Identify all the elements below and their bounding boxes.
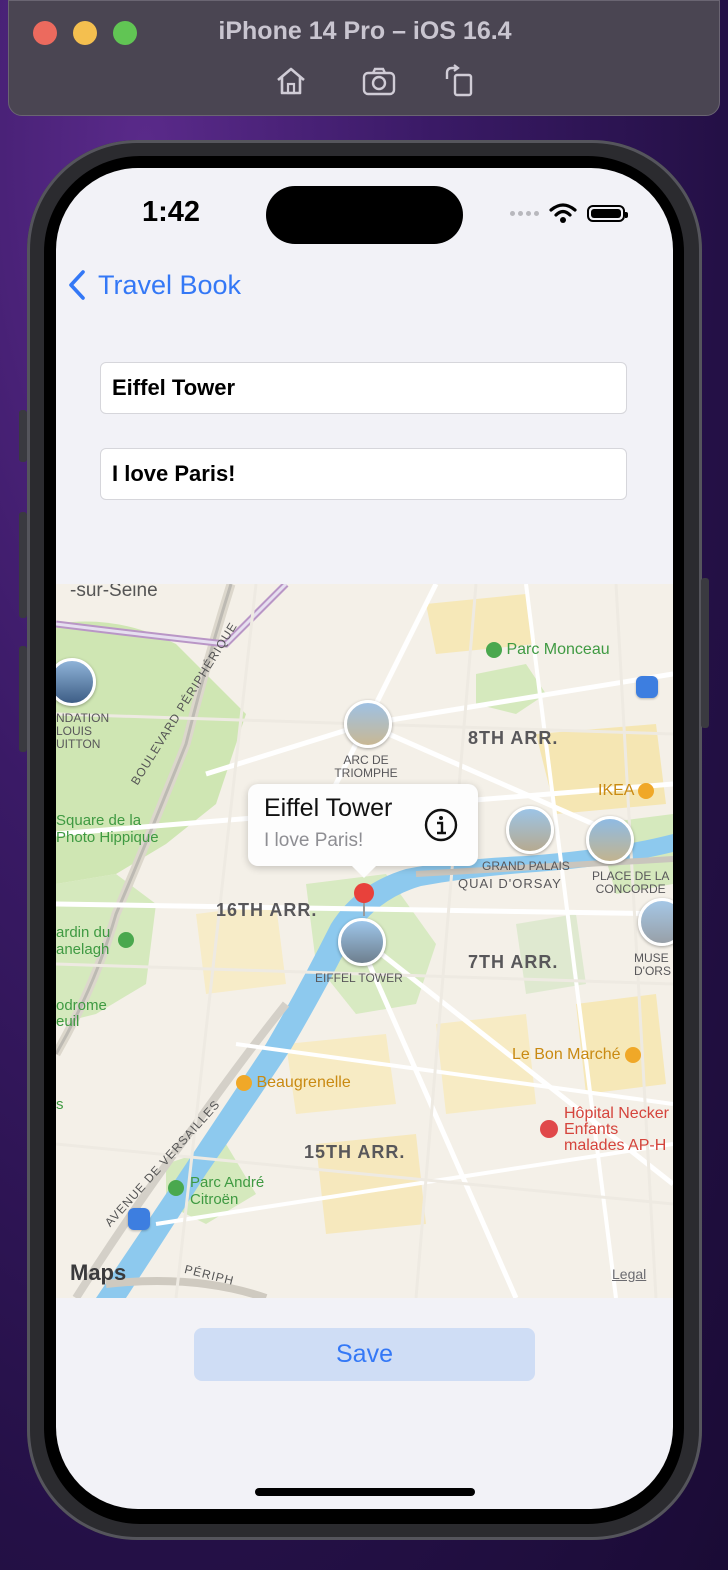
- status-time: 1:42: [142, 196, 201, 228]
- volume-down-button: [19, 646, 27, 752]
- 15th-arr-label: 15TH ARR.: [304, 1142, 406, 1162]
- screenshot-icon[interactable]: [361, 63, 397, 99]
- comment-field-container: [100, 448, 627, 500]
- shopping-bag-icon: [236, 1074, 252, 1091]
- phone-screen: 1:42 Travel Book Eiffel Tower I love Par…: [56, 168, 673, 1509]
- simulator-title: iPhone 14 Pro – iOS 16.4: [218, 17, 512, 45]
- dynamic-island: [266, 186, 463, 244]
- name-text-field[interactable]: [101, 363, 626, 413]
- fondation-label: NDATION LOUIS UITTON: [56, 711, 110, 751]
- jardin-ranelagh-label: ardin du anelagh: [56, 924, 111, 958]
- arc-de-triomphe-thumbnail[interactable]: [344, 700, 392, 748]
- map-pin-icon[interactable]: [353, 882, 375, 918]
- grand-palais-label: GRAND PALAIS: [482, 859, 570, 873]
- park-icon: [168, 1180, 184, 1196]
- map-view[interactable]: -sur-Seine Parc Monceau NDATION LOUIS UI…: [56, 584, 673, 1298]
- eiffel-tower-thumbnail[interactable]: [338, 918, 386, 966]
- quai-dorsay-label: QUAI D'ORSAY: [458, 876, 562, 891]
- silent-switch: [19, 410, 27, 462]
- grand-palais-thumbnail[interactable]: [506, 806, 554, 854]
- callout-subtitle: I love Paris!: [264, 830, 364, 851]
- concorde-label: PLACE DE LA CONCORDE: [592, 869, 670, 896]
- legal-link[interactable]: Legal: [612, 1266, 646, 1282]
- rotate-icon[interactable]: [441, 63, 477, 99]
- parc-andre-citroen-label: Parc André Citroën: [190, 1174, 265, 1208]
- home-icon[interactable]: [273, 63, 309, 99]
- park-icon: [486, 641, 502, 658]
- 7th-arr-label: 7TH ARR.: [468, 952, 559, 972]
- eiffel-tower-map-label: EIFFEL TOWER: [315, 971, 403, 985]
- musee-dorsay-label: MUSE D'ORS: [634, 951, 671, 978]
- status-icons: [510, 202, 628, 224]
- simulator-title-bar: iPhone 14 Pro – iOS 16.4: [8, 0, 720, 116]
- apple-maps-logo: Maps: [70, 1260, 127, 1285]
- hospital-icon: [540, 1120, 558, 1138]
- back-button[interactable]: Travel Book: [66, 268, 241, 302]
- annotation-callout[interactable]: Eiffel Tower I love Paris!: [248, 784, 478, 878]
- power-button: [701, 578, 709, 728]
- 16th-arr-label: 16TH ARR.: [216, 900, 318, 920]
- cellular-signal-icon: [510, 210, 539, 216]
- park-icon: [118, 932, 134, 948]
- hopital-necker-label: Hôpital Necker Enfants malades AP-H: [564, 1105, 669, 1154]
- save-button[interactable]: Save: [194, 1328, 535, 1381]
- place-de-la-concorde-thumbnail[interactable]: [586, 816, 634, 864]
- parc-monceau-label: Parc Monceau: [486, 641, 610, 659]
- hippodrome-label: odrome euil: [56, 997, 107, 1030]
- battery-icon: [587, 204, 628, 222]
- map-label: s: [56, 1096, 64, 1113]
- map-label: -sur-Seine: [70, 584, 158, 601]
- ikea-label: IKEA: [598, 782, 655, 800]
- wifi-icon: [549, 203, 577, 223]
- beaugrenelle-label: Beaugrenelle: [236, 1074, 351, 1092]
- le-bon-marche-label: Le Bon Marché: [512, 1046, 641, 1064]
- back-button-label: Travel Book: [98, 269, 242, 300]
- volume-up-button: [19, 512, 27, 618]
- arc-de-triomphe-label: ARC DE TRIOMPHE: [334, 753, 398, 780]
- info-icon[interactable]: [424, 808, 458, 842]
- square-photo-hippique-label: Square de la Photo Hippique: [56, 812, 159, 846]
- comment-text-field[interactable]: [101, 449, 626, 499]
- metro-station-icon[interactable]: [128, 1208, 150, 1230]
- name-field-container: [100, 362, 627, 414]
- metro-station-icon[interactable]: [636, 676, 658, 698]
- 8th-arr-label: 8TH ARR.: [468, 728, 559, 748]
- callout-title: Eiffel Tower: [264, 794, 393, 822]
- home-indicator: [255, 1488, 475, 1496]
- shopping-bag-icon: [638, 782, 655, 799]
- shopping-bag-icon: [624, 1046, 641, 1063]
- chevron-left-icon: [69, 270, 85, 300]
